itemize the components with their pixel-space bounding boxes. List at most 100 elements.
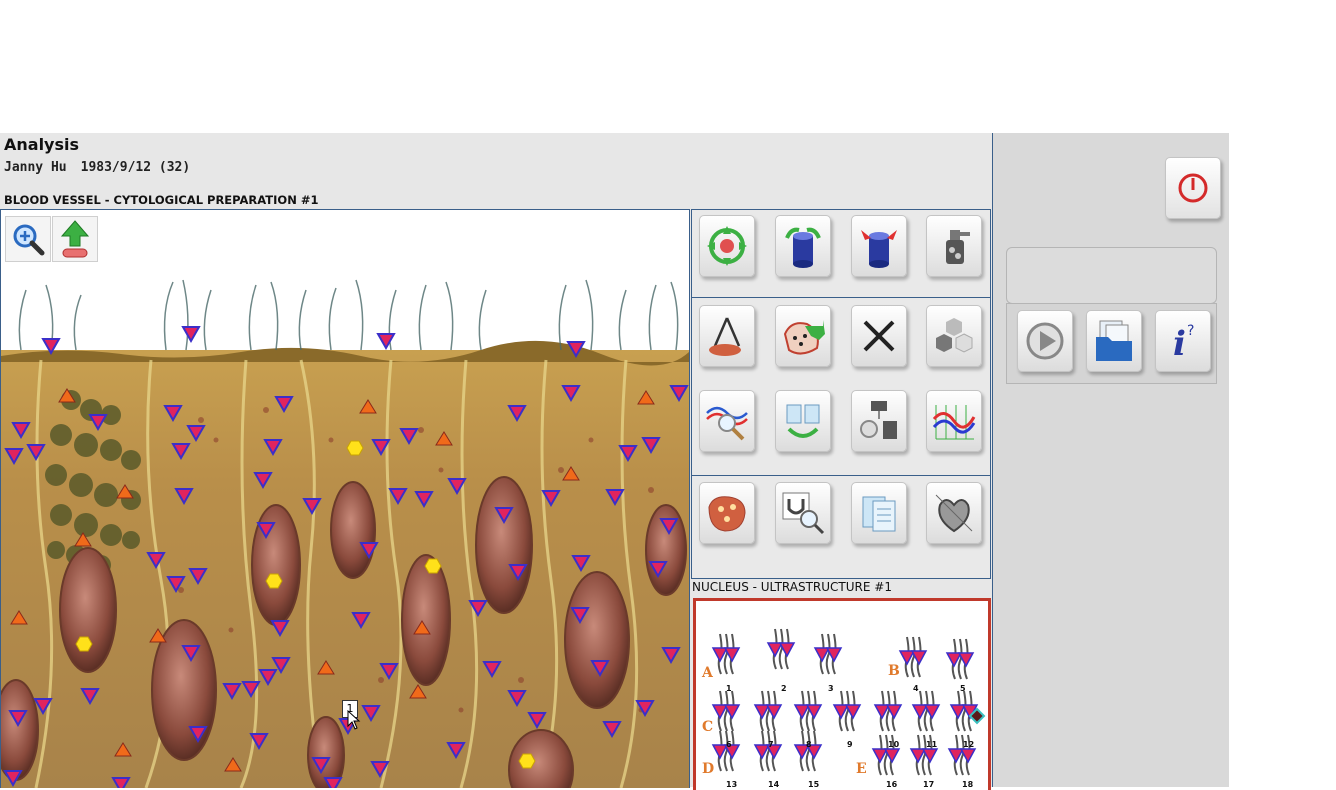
upload-button[interactable] bbox=[52, 216, 98, 262]
chromosome bbox=[844, 690, 850, 732]
chromosome-number: 4 bbox=[913, 684, 919, 693]
hexagons-icon bbox=[936, 318, 973, 353]
chromosome-number: 2 bbox=[781, 684, 787, 693]
chromosome bbox=[723, 730, 729, 772]
heart-organ-icon bbox=[935, 494, 973, 533]
chromosome-number: 15 bbox=[808, 780, 820, 789]
chromosome-number: 17 bbox=[923, 780, 934, 789]
chromosome-number: 6 bbox=[726, 740, 732, 749]
group-label: E bbox=[856, 761, 867, 777]
chromosome-number: 9 bbox=[847, 740, 853, 749]
window-edge bbox=[1229, 133, 1231, 787]
cell-pointer-icon bbox=[783, 320, 825, 355]
chromosome-number: 3 bbox=[828, 684, 834, 693]
karyotype-panel[interactable]: A B C D E 1 2 3 4 5 6 7 8 9 10 11 12 13 … bbox=[693, 598, 991, 790]
target-button[interactable] bbox=[699, 215, 755, 277]
waveform-chart-button[interactable] bbox=[926, 390, 982, 452]
chromosome-number: 14 bbox=[768, 780, 780, 789]
folder-documents-button[interactable] bbox=[1086, 310, 1142, 372]
group-label: D bbox=[702, 761, 714, 777]
chromosome bbox=[825, 633, 831, 675]
documents-cycle-icon bbox=[786, 404, 820, 438]
page-title: Analysis bbox=[4, 135, 80, 154]
magnet-search-icon bbox=[782, 492, 825, 535]
cylinder-arrows-in-icon bbox=[861, 230, 897, 268]
patient-dob-age: 1983/9/12 (32) bbox=[80, 160, 191, 175]
tissue-viewer[interactable]: 1 bbox=[0, 209, 690, 788]
chromosome bbox=[957, 638, 963, 680]
divider bbox=[692, 475, 990, 476]
chromosome bbox=[723, 633, 729, 675]
chromosome-number: 11 bbox=[926, 740, 938, 749]
nucleus-section-title: NUCLEUS - ULTRASTRUCTURE #1 bbox=[692, 580, 892, 594]
cell-marker bbox=[424, 558, 442, 574]
flow-chart-button[interactable] bbox=[851, 390, 907, 452]
tissue-sample-button[interactable] bbox=[699, 482, 755, 544]
clipboard-icon bbox=[862, 496, 896, 532]
mouse-cursor-icon bbox=[347, 710, 361, 730]
control-panel: i ? bbox=[1006, 303, 1217, 384]
documents-cycle-button[interactable] bbox=[775, 390, 831, 452]
cell-marker bbox=[265, 573, 283, 589]
group-label: A bbox=[701, 665, 714, 681]
chromosome bbox=[961, 690, 967, 732]
chromosome bbox=[765, 730, 771, 772]
cell-marker bbox=[346, 440, 364, 456]
delete-button[interactable] bbox=[851, 305, 907, 367]
chromosome bbox=[765, 690, 771, 732]
caliper-measure-icon bbox=[709, 317, 741, 356]
clipboard-button[interactable] bbox=[851, 482, 907, 544]
section-title: BLOOD VESSEL - CYTOLOGICAL PREPARATION #… bbox=[4, 193, 319, 207]
search-graph-icon bbox=[706, 406, 748, 441]
folder-documents-icon bbox=[1096, 320, 1132, 361]
cylinder-arrows-out-icon bbox=[785, 227, 821, 268]
close-x-icon bbox=[863, 320, 895, 352]
chromosome-number: 8 bbox=[806, 740, 812, 749]
chromosome-number: 10 bbox=[888, 740, 900, 749]
zoom-in-button[interactable] bbox=[5, 216, 51, 262]
upload-arrow-icon bbox=[60, 220, 90, 258]
analysis-window: Analysis Janny Hu 1983/9/12 (32) BLOOD VE… bbox=[0, 133, 992, 790]
chromosome-number: 18 bbox=[962, 780, 974, 789]
chromosome bbox=[923, 690, 929, 732]
heart-organ-button[interactable] bbox=[926, 482, 982, 544]
svg-text:?: ? bbox=[1187, 323, 1194, 339]
tool-panel bbox=[691, 209, 991, 579]
target-compass-icon bbox=[707, 226, 747, 266]
spray-button[interactable] bbox=[926, 215, 982, 277]
svg-text:i: i bbox=[1173, 324, 1186, 363]
chromosome-number: 5 bbox=[960, 684, 966, 693]
group-label: C bbox=[702, 719, 713, 735]
play-button[interactable] bbox=[1017, 310, 1073, 372]
chromosome-number: 7 bbox=[768, 740, 774, 749]
chromosome-number: 13 bbox=[726, 780, 737, 789]
analyze-graph-button[interactable] bbox=[699, 390, 755, 452]
tissue-sample-icon bbox=[708, 496, 746, 532]
chromosome-number: 1 bbox=[726, 684, 732, 693]
side-panel: i ? bbox=[992, 133, 1229, 787]
chromosome bbox=[723, 690, 729, 732]
info-button[interactable]: i ? bbox=[1155, 310, 1211, 372]
patient-name: Janny Hu bbox=[4, 160, 67, 175]
chromosome bbox=[910, 636, 916, 678]
import-button[interactable] bbox=[851, 215, 907, 277]
zoom-in-icon bbox=[13, 224, 45, 256]
export-button[interactable] bbox=[775, 215, 831, 277]
chromosome bbox=[778, 628, 784, 670]
cell-marker bbox=[518, 753, 536, 769]
hexagons-button[interactable] bbox=[926, 305, 982, 367]
magnet-search-button[interactable] bbox=[775, 482, 831, 544]
info-icon: i ? bbox=[1173, 323, 1194, 363]
measure-button[interactable] bbox=[699, 305, 755, 367]
chromosome-number: 12 bbox=[963, 740, 974, 749]
group-label: B bbox=[888, 663, 900, 679]
status-panel bbox=[1006, 247, 1217, 304]
cell-pointer-button[interactable] bbox=[775, 305, 831, 367]
waveform-chart-icon bbox=[932, 405, 976, 440]
flow-chart-icon bbox=[860, 401, 897, 439]
karyotype-image[interactable]: A B C D E 1 2 3 4 5 6 7 8 9 10 11 12 13 … bbox=[696, 601, 988, 790]
patient-info: Janny Hu 1983/9/12 (32) bbox=[4, 160, 204, 175]
power-button[interactable] bbox=[1165, 157, 1221, 219]
power-icon bbox=[1178, 173, 1208, 203]
play-icon bbox=[1026, 322, 1064, 360]
